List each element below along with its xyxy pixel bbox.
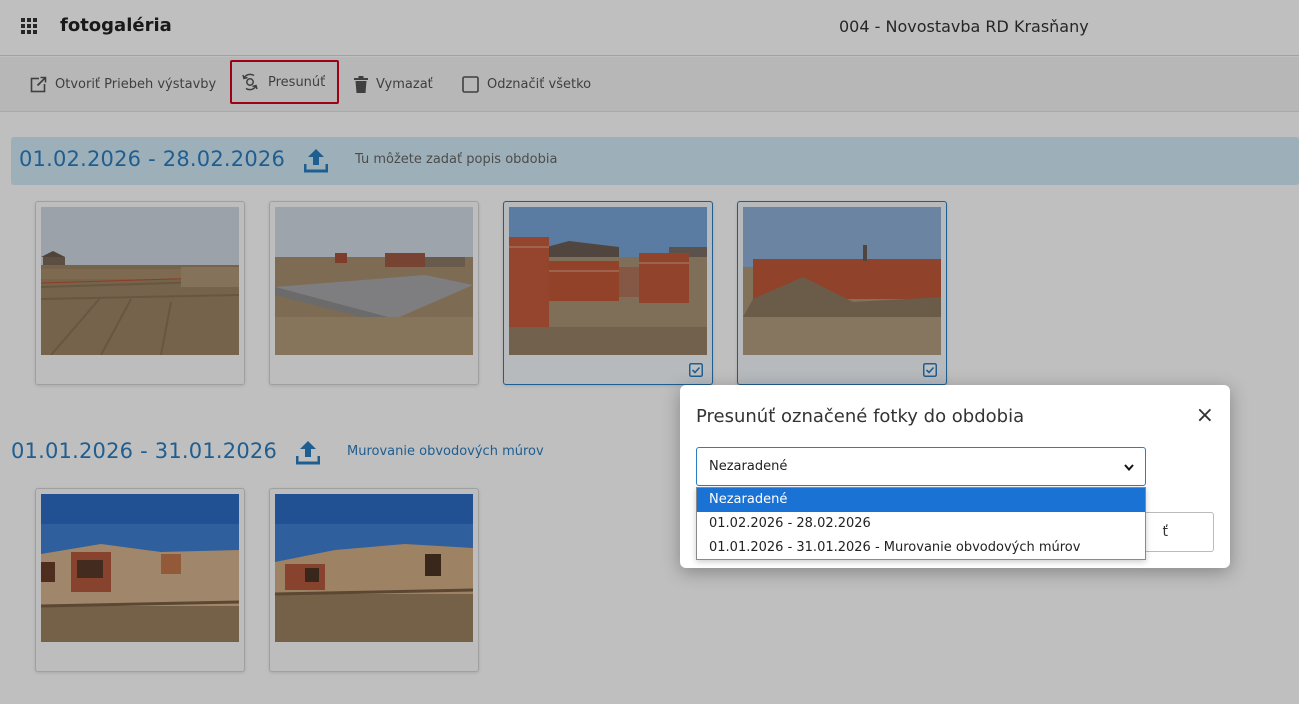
select-option[interactable]: 01.02.2026 - 28.02.2026 bbox=[697, 512, 1145, 536]
select-option[interactable]: 01.01.2026 - 31.01.2026 - Murovanie obvo… bbox=[697, 536, 1145, 560]
period-select-options: Nezaradené 01.02.2026 - 28.02.2026 01.01… bbox=[696, 487, 1146, 560]
confirm-move-label: ť bbox=[1162, 524, 1169, 540]
period-select[interactable]: Nezaradené bbox=[696, 447, 1146, 486]
dialog-title: Presunúť označené fotky do obdobia bbox=[696, 406, 1025, 427]
period-select-value: Nezaradené bbox=[709, 459, 788, 474]
modal-backdrop[interactable] bbox=[0, 0, 1299, 704]
chevron-down-icon bbox=[1124, 464, 1134, 472]
select-option[interactable]: Nezaradené bbox=[697, 488, 1145, 512]
close-icon[interactable]: × bbox=[1196, 405, 1214, 427]
